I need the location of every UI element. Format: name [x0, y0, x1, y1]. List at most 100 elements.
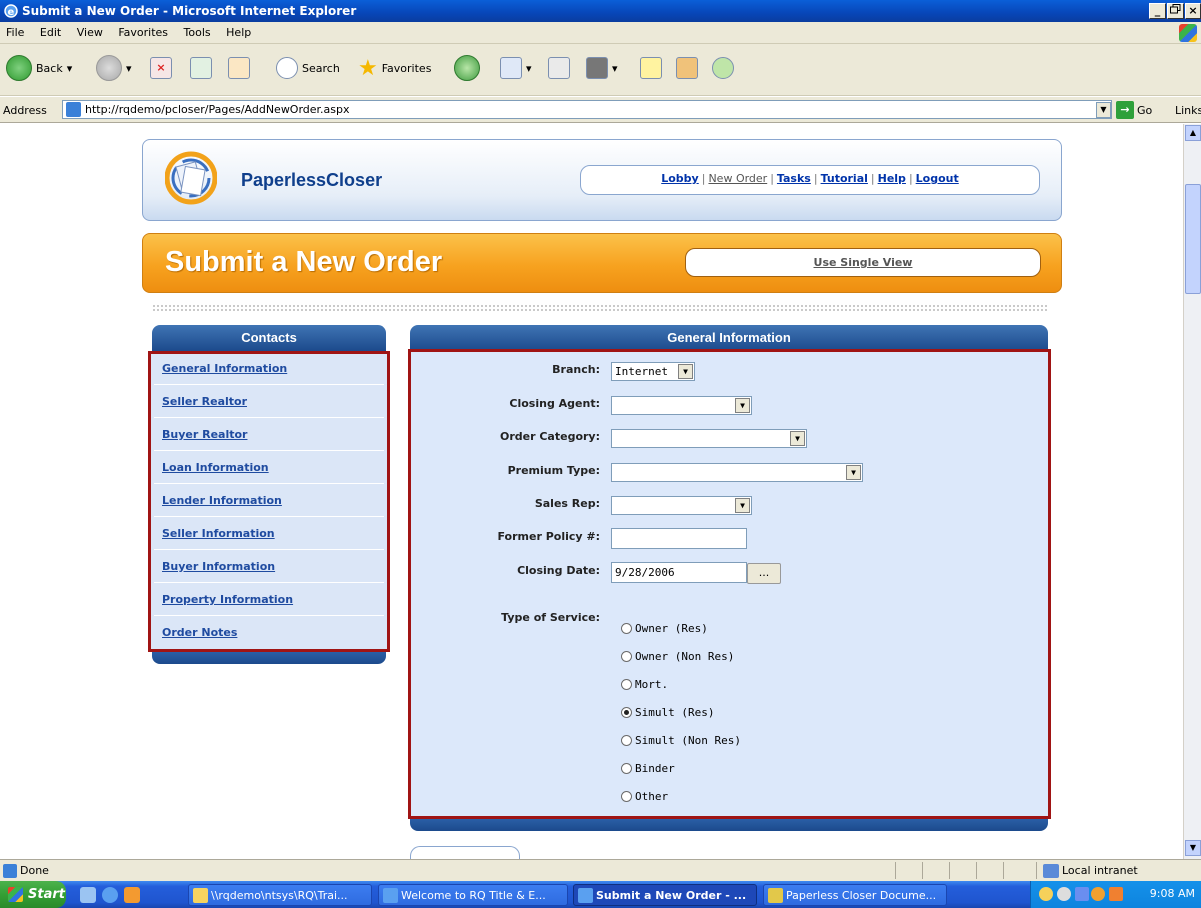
radio-button-selected[interactable] [621, 707, 632, 718]
radio-button[interactable] [621, 735, 632, 746]
mail-icon[interactable] [500, 57, 522, 79]
research-icon[interactable] [676, 57, 698, 79]
closing-agent-select[interactable]: ▼ [611, 396, 752, 415]
tray-icon[interactable] [1075, 887, 1089, 901]
menu-favorites[interactable]: Favorites [112, 22, 174, 43]
former-policy-input[interactable] [611, 528, 747, 549]
menu-view[interactable]: View [71, 22, 109, 43]
stop-icon[interactable]: × [150, 57, 172, 79]
contacts-item[interactable]: Loan Information [154, 453, 384, 484]
service-option[interactable]: Binder [621, 762, 675, 775]
messenger-icon[interactable] [712, 57, 734, 79]
order-category-select[interactable]: ▼ [611, 429, 807, 448]
address-dropdown-button[interactable]: ▼ [1096, 102, 1111, 118]
contacts-link-seller-information[interactable]: Seller Information [162, 527, 275, 540]
contacts-link-buyer-information[interactable]: Buyer Information [162, 560, 275, 573]
links-label[interactable]: Links [1175, 104, 1201, 117]
favorites-button[interactable]: ★ Favorites [358, 52, 431, 84]
scroll-down-icon[interactable]: ▼ [1185, 840, 1201, 856]
contacts-item[interactable]: Seller Realtor [154, 387, 384, 418]
contacts-item[interactable]: Property Information [154, 585, 384, 616]
print-icon[interactable] [548, 57, 570, 79]
contacts-item[interactable]: Buyer Information [154, 552, 384, 583]
contacts-link-general-information[interactable]: General Information [162, 362, 287, 375]
calendar-button[interactable]: ... [747, 563, 781, 584]
contacts-item[interactable]: General Information [154, 354, 384, 385]
taskbar-item[interactable]: Welcome to RQ Title & E... [378, 884, 568, 906]
contacts-item[interactable]: Lender Information [154, 486, 384, 517]
nav-tasks[interactable]: Tasks [777, 172, 811, 185]
quicklaunch-icon[interactable] [124, 887, 140, 903]
contacts-link-loan-information[interactable]: Loan Information [162, 461, 269, 474]
nav-tutorial[interactable]: Tutorial [821, 172, 868, 185]
service-option[interactable]: Owner (Res) [621, 622, 708, 635]
discuss-icon[interactable] [640, 57, 662, 79]
contacts-link-property-information[interactable]: Property Information [162, 593, 293, 606]
radio-button[interactable] [621, 623, 632, 634]
contacts-item[interactable]: Buyer Realtor [154, 420, 384, 451]
site-logo-text[interactable]: PaperlessCloser [241, 170, 382, 191]
go-button[interactable]: → Go [1116, 100, 1152, 120]
service-option[interactable]: Simult (Res) [621, 706, 714, 719]
radio-button[interactable] [621, 791, 632, 802]
nav-lobby[interactable]: Lobby [661, 172, 699, 185]
radio-button[interactable] [621, 651, 632, 662]
service-option[interactable]: Simult (Non Res) [621, 734, 741, 747]
refresh-icon[interactable] [190, 57, 212, 79]
forward-arrow-icon [96, 55, 122, 81]
radio-button[interactable] [621, 679, 632, 690]
address-input[interactable]: http://rqdemo/pcloser/Pages/AddNewOrder.… [62, 100, 1112, 119]
premium-type-select[interactable]: ▼ [611, 463, 863, 482]
menu-help[interactable]: Help [220, 22, 257, 43]
edit-icon[interactable] [586, 57, 608, 79]
sales-rep-select[interactable]: ▼ [611, 496, 752, 515]
forward-button[interactable]: ▾ [96, 52, 132, 84]
media-icon[interactable] [454, 55, 480, 81]
restore-button[interactable] [1167, 3, 1184, 19]
service-option[interactable]: Other [621, 790, 668, 803]
contacts-link-order-notes[interactable]: Order Notes [162, 626, 237, 639]
contacts-link-lender-information[interactable]: Lender Information [162, 494, 282, 507]
close-button[interactable]: × [1185, 3, 1201, 19]
taskbar-item-active[interactable]: Submit a New Order - ... [573, 884, 757, 906]
status-text: Done [20, 864, 49, 877]
closing-date-input[interactable]: 9/28/2006 [611, 562, 747, 583]
contacts-item[interactable]: Seller Information [154, 519, 384, 550]
menu-file[interactable]: File [0, 22, 30, 43]
back-button[interactable]: Back ▾ [6, 52, 72, 84]
show-desktop-icon[interactable] [80, 887, 96, 903]
radio-button[interactable] [621, 763, 632, 774]
tray-icon[interactable] [1109, 887, 1123, 901]
menu-edit[interactable]: Edit [34, 22, 67, 43]
document-icon [768, 888, 783, 903]
search-button[interactable]: Search [276, 52, 340, 84]
menu-tools[interactable]: Tools [178, 22, 217, 43]
scroll-up-icon[interactable]: ▲ [1185, 125, 1201, 141]
contacts-link-seller-realtor[interactable]: Seller Realtor [162, 395, 247, 408]
scroll-thumb[interactable] [1185, 184, 1201, 294]
contacts-item[interactable]: Order Notes [154, 618, 384, 649]
nav-new-order[interactable]: New Order [708, 172, 767, 185]
use-single-view-link[interactable]: Use Single View [814, 256, 913, 269]
clock[interactable]: 9:08 AM [1150, 887, 1195, 900]
general-information-heading: General Information [410, 325, 1048, 351]
branch-select[interactable]: Internet ▼ [611, 362, 695, 381]
vertical-scrollbar[interactable]: ▲ ▼ [1183, 124, 1201, 859]
page-icon [66, 102, 81, 117]
service-option[interactable]: Owner (Non Res) [621, 650, 734, 663]
ie-logo-icon: e [3, 3, 19, 19]
taskbar-item[interactable]: Paperless Closer Docume... [763, 884, 947, 906]
tray-icon[interactable] [1091, 887, 1105, 901]
nav-help[interactable]: Help [878, 172, 906, 185]
home-icon[interactable] [228, 57, 250, 79]
shield-icon[interactable] [1039, 887, 1053, 901]
ie-launch-icon[interactable] [102, 887, 118, 903]
taskbar-item[interactable]: \\rqdemo\ntsys\RQ\Trai... [188, 884, 372, 906]
nav-logout[interactable]: Logout [916, 172, 959, 185]
contacts-panel-heading: Contacts [152, 325, 386, 351]
service-option[interactable]: Mort. [621, 678, 668, 691]
tray-icon[interactable] [1057, 887, 1071, 901]
contacts-link-buyer-realtor[interactable]: Buyer Realtor [162, 428, 247, 441]
start-button[interactable]: Start [0, 881, 66, 908]
minimize-button[interactable]: _ [1149, 3, 1166, 19]
